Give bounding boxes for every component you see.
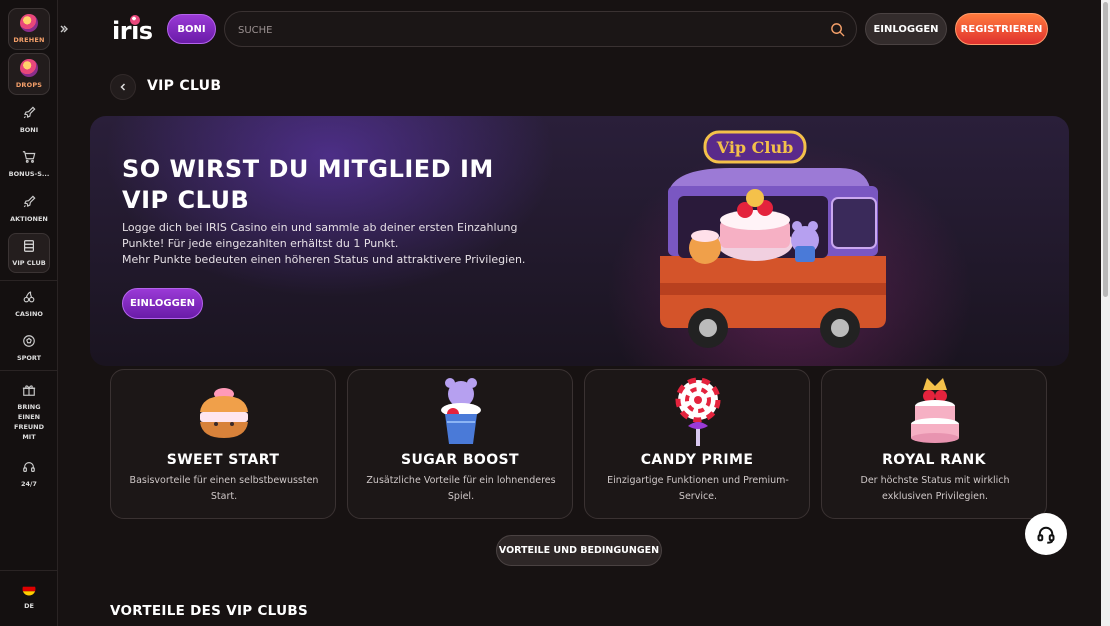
spin-label: DREHEN <box>13 36 45 44</box>
sidebar-divider <box>0 280 58 281</box>
rocket-icon <box>22 106 36 120</box>
sidebar-item-casino[interactable]: CASINO <box>0 290 58 319</box>
language-label: DE <box>24 602 34 610</box>
lollipop-icon <box>675 377 721 446</box>
tier-description: Basisvorteile für einen selbstbewussten … <box>129 475 319 502</box>
soccer-ball-icon <box>22 334 36 348</box>
cart-icon <box>22 150 36 164</box>
truck-sign-text: Vip Club <box>716 138 794 157</box>
sidebar-item-label: VIP CLUB <box>12 258 46 267</box>
sidebar-item-support[interactable]: 24/7 <box>0 460 58 489</box>
logo-candy-icon <box>130 15 140 25</box>
tier-card-candy-prime: CANDY PRIME Einzigartige Funktionen und … <box>584 369 810 519</box>
cherries-icon <box>22 290 36 304</box>
rocket-icon <box>22 195 36 209</box>
tier-card-sweet-start: SWEET START Basisvorteile für einen selb… <box>110 369 336 519</box>
sidebar-expand-button[interactable] <box>52 17 76 41</box>
page-title: VIP CLUB <box>147 78 222 94</box>
tier-name: SUGAR BOOST <box>401 452 519 468</box>
hero-login-button[interactable]: EINLOGGEN <box>122 288 203 319</box>
boni-button[interactable]: BONI <box>167 14 216 44</box>
headset-icon <box>22 460 36 474</box>
drops-label: DROPS <box>15 81 43 89</box>
lollipop-icon <box>20 59 38 77</box>
tier-description: Einzigartige Funktionen und Premium-Serv… <box>607 475 789 502</box>
search-input[interactable] <box>238 21 818 39</box>
sidebar-item-label: BRING EINEN FREUND MIT <box>14 403 44 441</box>
tier-name: ROYAL RANK <box>882 452 986 468</box>
sidebar-item-refer-friend[interactable]: BRING EINEN FREUND MIT <box>0 383 58 442</box>
spin-button[interactable]: DREHEN <box>8 8 50 50</box>
tier-description: Der höchste Status mit wirklich exklusiv… <box>860 475 1010 502</box>
tier-card-royal-rank: ROYAL RANK Der höchste Status mit wirkli… <box>821 369 1047 519</box>
sidebar-item-bonus-shop[interactable]: BONUS-S... <box>0 150 58 179</box>
bear-dessert-icon <box>441 378 481 444</box>
headset-icon <box>1037 526 1055 544</box>
search-bar <box>224 11 857 47</box>
sidebar-divider <box>0 570 58 571</box>
hero-title: SO WIRST DU MITGLIED IM VIP CLUB <box>122 155 494 214</box>
benefits-and-conditions-button[interactable]: VORTEILE UND BEDINGUNGEN <box>496 535 662 566</box>
vip-benefits-section-title: VORTEILE DES VIP CLUBS <box>110 603 308 619</box>
sidebar-item-label: AKTIONEN <box>10 215 48 223</box>
register-button[interactable]: REGISTRIEREN <box>955 13 1048 45</box>
sidebar-item-aktionen[interactable]: AKTIONEN <box>0 195 58 224</box>
hero-description: Logge dich bei IRIS Casino ein und samml… <box>122 221 526 266</box>
royal-cake-icon <box>911 378 959 443</box>
wheel-icon <box>20 14 38 32</box>
search-icon[interactable] <box>830 22 845 37</box>
gift-icon <box>22 383 36 397</box>
sidebar-item-label: 24/7 <box>21 480 37 488</box>
sidebar-item-label: CASINO <box>15 310 43 318</box>
vip-food-truck-illustration: Vip Club <box>660 130 886 348</box>
vip-hero-banner: SO WIRST DU MITGLIED IM VIP CLUB Logge d… <box>90 116 1069 366</box>
sidebar: DREHEN DROPS BONI BONUS-S... AKTIONEN VI… <box>0 0 58 626</box>
login-button[interactable]: EINLOGGEN <box>865 13 947 45</box>
scrollbar-thumb[interactable] <box>1103 2 1108 297</box>
tier-name: CANDY PRIME <box>640 452 754 468</box>
drops-button[interactable]: DROPS <box>8 53 50 95</box>
page-scrollbar[interactable] <box>1101 0 1110 626</box>
chevron-left-icon <box>120 83 126 91</box>
live-chat-button[interactable] <box>1025 513 1067 555</box>
tier-description: Zusätzliche Vorteile für ein lohnenderes… <box>366 475 556 502</box>
tier-name: SWEET START <box>166 452 280 468</box>
german-flag-icon <box>22 582 36 596</box>
macaron-icon <box>200 388 248 438</box>
sidebar-item-vip-club[interactable]: VIP CLUB <box>8 233 50 273</box>
language-selector[interactable]: DE <box>0 582 58 611</box>
sidebar-item-label: BONI <box>19 126 39 134</box>
back-button[interactable] <box>110 74 136 100</box>
book-icon <box>22 239 36 253</box>
sidebar-divider <box>0 370 58 371</box>
tier-card-sugar-boost: SUGAR BOOST Zusätzliche Vorteile für ein… <box>347 369 573 519</box>
sidebar-item-sport[interactable]: SPORT <box>0 334 58 363</box>
double-chevron-right-icon <box>60 25 68 33</box>
sidebar-item-label: BONUS-S... <box>8 170 50 178</box>
sidebar-item-label: SPORT <box>16 354 42 362</box>
iris-logo[interactable]: iris <box>112 15 153 43</box>
sidebar-item-boni[interactable]: BONI <box>0 106 58 135</box>
